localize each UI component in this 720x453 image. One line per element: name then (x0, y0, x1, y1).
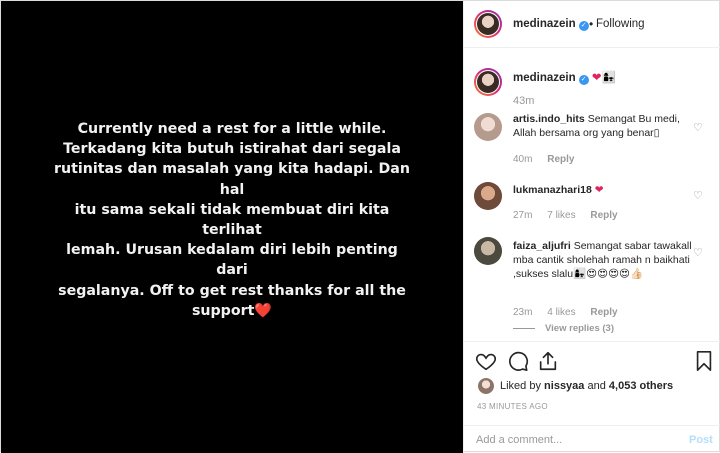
following-button[interactable]: Following (596, 18, 645, 30)
comments-list[interactable]: medinazein ✓ ❤👩‍👧 43m artis.indo_hits Sem… (464, 49, 720, 341)
share-icon[interactable] (537, 350, 559, 372)
comment-meta: 27m 7 likes Reply (513, 210, 630, 221)
bookmark-icon[interactable] (693, 350, 715, 372)
post-actions: Liked by nissyaa and 4,053 others 43 MIN… (464, 341, 720, 424)
comment-icon[interactable] (507, 350, 529, 372)
verified-icon: ✓ (578, 21, 589, 31)
avatar[interactable] (474, 68, 502, 96)
view-replies-label: View replies (3) (545, 323, 614, 334)
avatar[interactable] (478, 378, 494, 394)
comment-input[interactable] (476, 434, 676, 446)
separator-dot: • (589, 17, 594, 31)
heart-emoji: ❤️ (254, 302, 273, 319)
likes-count[interactable]: 7 likes (547, 210, 575, 221)
post-text-line: Currently need a rest for a little while… (77, 120, 387, 137)
caption-text: ❤👩‍👧 (591, 72, 616, 84)
post-text-line: support (191, 302, 255, 319)
header-username-row: medinazein ✓ (513, 18, 589, 31)
post-image[interactable]: Currently need a rest for a little while… (1, 1, 463, 453)
comment-body-suffix: ▯ (653, 127, 660, 139)
reply-button[interactable]: Reply (547, 154, 574, 165)
post-age[interactable]: 43 MINUTES AGO (477, 402, 548, 411)
avatar[interactable] (474, 10, 502, 38)
heart-icon[interactable]: ♡ (693, 246, 703, 259)
post-button[interactable]: Post (689, 434, 713, 446)
likes-others[interactable]: 4,053 others (609, 380, 673, 392)
likes-count[interactable]: 4 likes (547, 307, 575, 318)
timestamp[interactable]: 40m (513, 154, 532, 165)
divider-line (513, 327, 535, 329)
post-sidebar: medinazein ✓ • Following medinazein ✓ ❤👩‍👧… (463, 1, 720, 453)
avatar[interactable] (474, 237, 502, 265)
post-text-line: rutinitas dan masalah yang kita hadapi. … (54, 161, 410, 198)
comment-box: Post (464, 425, 720, 453)
post-text-line: segalanya. Off to get rest thanks for al… (58, 282, 406, 299)
comment-username[interactable]: artis.indo_hits (513, 113, 585, 125)
post-text-line: itu sama sekali tidak membuat diri kita … (74, 201, 390, 238)
timestamp[interactable]: 27m (513, 210, 532, 221)
post-text-line: Terkadang kita butuh istirahat dari sega… (63, 141, 401, 158)
timestamp[interactable]: 43m (513, 95, 534, 107)
comment-body: ❤ (594, 184, 604, 196)
comment-username[interactable]: lukmanazhari18 (513, 184, 592, 196)
likes-summary: Liked by nissyaa and 4,053 others (500, 380, 673, 392)
caption-username[interactable]: medinazein (513, 72, 576, 84)
comment-meta: 23m 4 likes Reply (513, 307, 630, 318)
avatar[interactable] (474, 182, 502, 210)
likes-prefix: Liked by (500, 380, 541, 392)
heart-icon[interactable]: ♡ (693, 189, 703, 202)
view-replies-button[interactable]: View replies (3) (513, 323, 614, 334)
heart-icon[interactable]: ♡ (693, 121, 703, 134)
avatar[interactable] (474, 113, 502, 141)
reply-button[interactable]: Reply (590, 210, 617, 221)
caption-time: 43m (513, 95, 546, 107)
likes-conj: and (587, 380, 606, 392)
comment-username[interactable]: faiza_aljufri (513, 240, 571, 252)
comment-text: artis.indo_hits Semangat Bu medi, Allah … (513, 112, 703, 140)
verified-icon: ✓ (578, 75, 589, 85)
comment-text: faiza_aljufri Semangat sabar tawakall mb… (513, 239, 703, 281)
comment-meta: 40m Reply (513, 154, 586, 165)
post-text-line: lemah. Urusan kedalam diri lebih penting… (66, 242, 398, 279)
heart-icon[interactable] (475, 350, 497, 372)
post-image-text: Currently need a rest for a little while… (52, 119, 412, 321)
comment-text: lukmanazhari18 ❤ (513, 183, 604, 197)
header-username[interactable]: medinazein (513, 18, 576, 30)
caption: medinazein ✓ ❤👩‍👧 (513, 70, 616, 85)
post-header: medinazein ✓ • Following (464, 1, 720, 48)
reply-button[interactable]: Reply (590, 307, 617, 318)
timestamp[interactable]: 23m (513, 307, 532, 318)
post-text-line-last: support❤️ (52, 301, 412, 321)
liked-by-user[interactable]: nissyaa (544, 380, 584, 392)
instagram-post-window: Currently need a rest for a little while… (0, 0, 720, 453)
